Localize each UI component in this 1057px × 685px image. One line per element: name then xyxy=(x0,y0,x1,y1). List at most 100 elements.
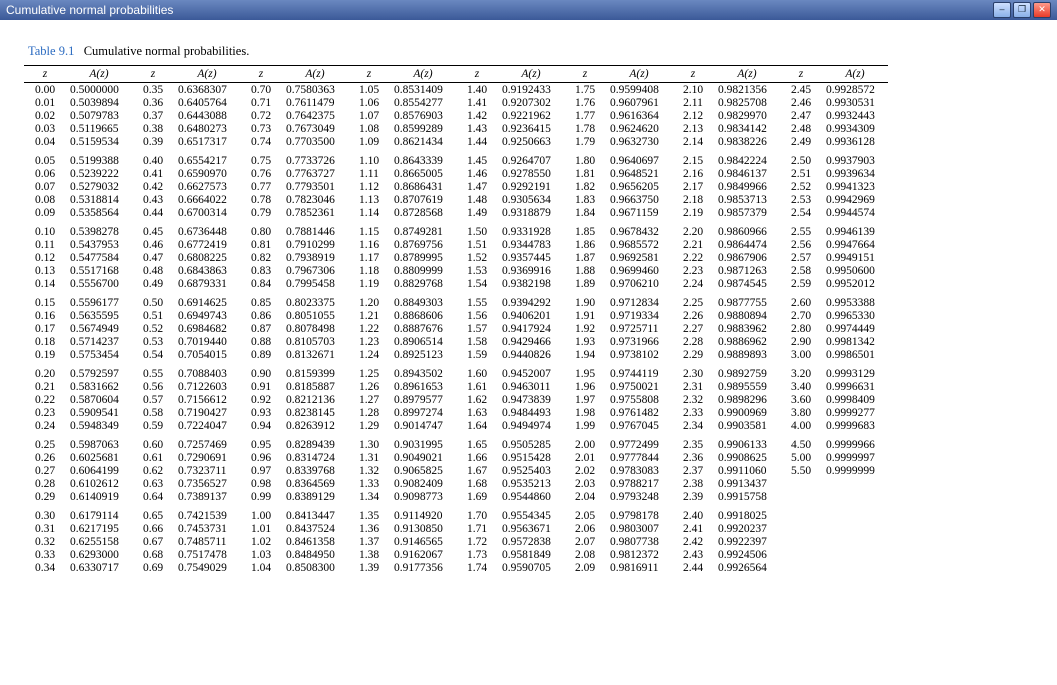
col-header-z: z xyxy=(564,66,606,83)
cell-z: 2.49 xyxy=(780,135,822,148)
cell-z: 1.99 xyxy=(564,419,606,432)
cell-z: 1.42 xyxy=(456,109,498,122)
cell-a: 0.7421539 xyxy=(174,509,240,522)
table-row: 0.040.51595340.390.65173170.740.77035001… xyxy=(24,135,888,148)
cell-a: 0.9793248 xyxy=(606,490,672,503)
cell-z: 0.40 xyxy=(132,154,174,167)
cell-z: 1.47 xyxy=(456,180,498,193)
cell-a: 0.9331928 xyxy=(498,225,564,238)
cell-a xyxy=(822,561,888,574)
cell-z: 0.43 xyxy=(132,193,174,206)
cell-z: 2.56 xyxy=(780,238,822,251)
cell-a: 0.6554217 xyxy=(174,154,240,167)
cell-a: 0.8868606 xyxy=(390,309,456,322)
cell-z: 0.41 xyxy=(132,167,174,180)
cell-a: 0.9731966 xyxy=(606,335,672,348)
cell-z: 2.41 xyxy=(672,522,714,535)
cell-z: 0.42 xyxy=(132,180,174,193)
cell-z: 1.08 xyxy=(348,122,390,135)
table-row: 0.190.57534540.540.70540150.890.81326711… xyxy=(24,348,888,361)
cell-z: 1.11 xyxy=(348,167,390,180)
minimize-button[interactable]: – xyxy=(993,2,1011,18)
cell-a: 0.8461358 xyxy=(282,535,348,548)
cell-a: 0.7224047 xyxy=(174,419,240,432)
cell-a: 0.6808225 xyxy=(174,251,240,264)
cell-a: 0.8925123 xyxy=(390,348,456,361)
cell-z: 0.64 xyxy=(132,490,174,503)
cell-z: 1.76 xyxy=(564,96,606,109)
cell-z: 1.91 xyxy=(564,309,606,322)
cell-z: 0.90 xyxy=(240,367,282,380)
cell-z: 2.45 xyxy=(780,83,822,97)
cell-z: 0.75 xyxy=(240,154,282,167)
cell-a: 0.9250663 xyxy=(498,135,564,148)
col-header-z: z xyxy=(240,66,282,83)
cell-a: 0.9783083 xyxy=(606,464,672,477)
cell-z: 1.64 xyxy=(456,419,498,432)
cell-z: 2.19 xyxy=(672,206,714,219)
cell-a: 0.8749281 xyxy=(390,225,456,238)
cell-z: 0.07 xyxy=(24,180,66,193)
cell-a: 0.6368307 xyxy=(174,83,240,97)
table-row: 0.120.54775840.470.68082250.820.79389191… xyxy=(24,251,888,264)
cell-a: 0.5000000 xyxy=(66,83,132,97)
cell-z: 0.69 xyxy=(132,561,174,574)
cell-z: 1.35 xyxy=(348,509,390,522)
maximize-button[interactable]: ❐ xyxy=(1013,2,1031,18)
cell-a: 0.8263912 xyxy=(282,419,348,432)
cell-a: 0.5517168 xyxy=(66,264,132,277)
cell-a: 0.9906133 xyxy=(714,438,780,451)
cell-a: 0.9656205 xyxy=(606,180,672,193)
cell-z: 0.79 xyxy=(240,206,282,219)
cell-a: 0.8238145 xyxy=(282,406,348,419)
table-row: 0.300.61791140.650.74215391.000.84134471… xyxy=(24,509,888,522)
cell-z: 1.21 xyxy=(348,309,390,322)
cell-a xyxy=(822,477,888,490)
cell-a: 0.9999966 xyxy=(822,438,888,451)
cell-z xyxy=(780,548,822,561)
cell-z xyxy=(780,522,822,535)
cell-z: 2.01 xyxy=(564,451,606,464)
cell-z: 0.21 xyxy=(24,380,66,393)
cell-a: 0.7580363 xyxy=(282,83,348,97)
cell-z: 1.34 xyxy=(348,490,390,503)
cell-a: 0.8413447 xyxy=(282,509,348,522)
cell-a: 0.6025681 xyxy=(66,451,132,464)
cell-z: 1.36 xyxy=(348,522,390,535)
cell-a: 0.8621434 xyxy=(390,135,456,148)
cell-z: 0.28 xyxy=(24,477,66,490)
close-button[interactable]: ✕ xyxy=(1033,2,1051,18)
cell-z: 2.80 xyxy=(780,322,822,335)
cell-z: 2.50 xyxy=(780,154,822,167)
cell-z: 2.07 xyxy=(564,535,606,548)
document-viewport[interactable]: Table 9.1 Cumulative normal probabilitie… xyxy=(0,20,1057,685)
cell-z: 0.84 xyxy=(240,277,282,290)
cell-a: 0.9892759 xyxy=(714,367,780,380)
cell-a: 0.9082409 xyxy=(390,477,456,490)
cell-z: 1.38 xyxy=(348,548,390,561)
cell-z: 0.74 xyxy=(240,135,282,148)
cell-a: 0.8051055 xyxy=(282,309,348,322)
cell-z: 1.00 xyxy=(240,509,282,522)
cell-z xyxy=(780,509,822,522)
cell-a: 0.9563671 xyxy=(498,522,564,535)
cell-z: 1.07 xyxy=(348,109,390,122)
col-header-a: A(z) xyxy=(498,66,564,83)
cell-z: 2.27 xyxy=(672,322,714,335)
cell-z: 1.90 xyxy=(564,296,606,309)
cell-a: 0.5753454 xyxy=(66,348,132,361)
cell-a: 0.6517317 xyxy=(174,135,240,148)
cell-z: 2.46 xyxy=(780,96,822,109)
cell-z: 1.54 xyxy=(456,277,498,290)
cell-z: 0.38 xyxy=(132,122,174,135)
cell-z: 0.70 xyxy=(240,83,282,97)
cell-z: 1.28 xyxy=(348,406,390,419)
cell-z xyxy=(780,535,822,548)
cell-z: 1.23 xyxy=(348,335,390,348)
cell-a: 0.8289439 xyxy=(282,438,348,451)
cell-a: 0.9590705 xyxy=(498,561,564,574)
cell-a: 0.9949151 xyxy=(822,251,888,264)
cell-z: 1.75 xyxy=(564,83,606,97)
cell-a xyxy=(822,548,888,561)
cell-z: 1.61 xyxy=(456,380,498,393)
